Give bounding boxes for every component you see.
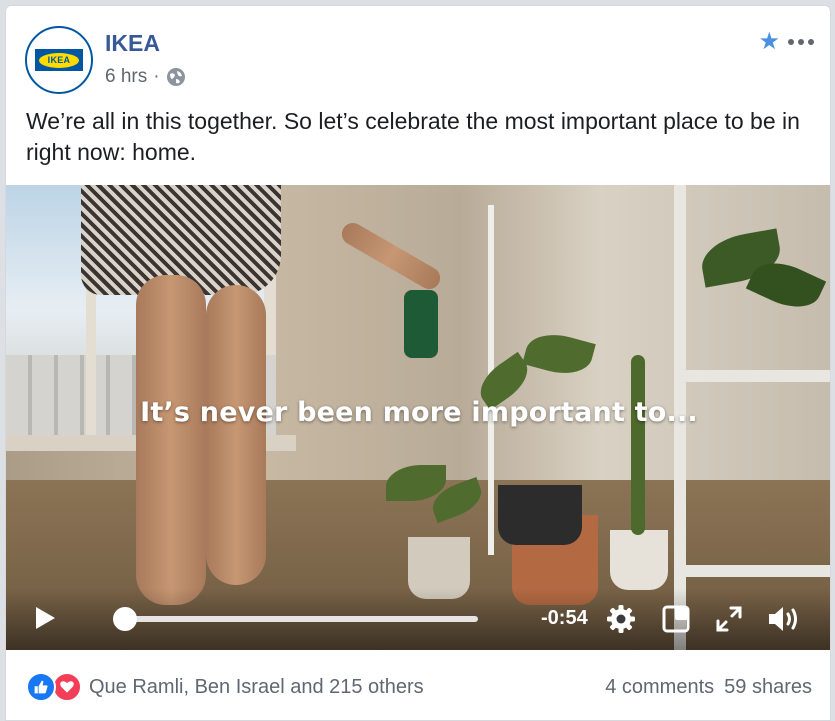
page-avatar[interactable]: IKEA [25, 26, 93, 94]
globe-icon[interactable] [166, 67, 186, 87]
love-icon [52, 672, 82, 702]
video-controls: -0:54 [6, 588, 830, 650]
meta-separator: · [153, 66, 160, 87]
volume-icon[interactable] [766, 604, 802, 634]
post-meta: 6 hrs · [105, 66, 186, 88]
post-footer: Que Ramli, Ben Israel and 215 others 4 c… [6, 650, 830, 720]
video-cactus [631, 355, 645, 535]
post-card: IKEA IKEA 6 hrs · ★ We’re all in this to… [5, 5, 831, 721]
video-shelf [674, 370, 830, 382]
post-timestamp[interactable]: 6 hrs [105, 66, 147, 88]
video-white-pot [610, 530, 668, 590]
star-icon[interactable]: ★ [758, 30, 780, 54]
video-spray-bottle [404, 290, 438, 358]
video-shelf-lower [674, 565, 830, 577]
header-actions: ★ [758, 30, 818, 54]
like-icon [26, 672, 56, 702]
play-icon[interactable] [32, 604, 58, 632]
video-person-leg [136, 275, 206, 605]
reactions-text[interactable]: Que Ramli, Ben Israel and 215 others [89, 676, 424, 699]
shares-count[interactable]: 59 shares [724, 676, 812, 699]
video-person-leg-back [206, 285, 266, 585]
video-progress-handle[interactable] [113, 607, 137, 631]
settings-gear-icon[interactable] [606, 604, 636, 634]
ikea-logo-text: IKEA [39, 52, 79, 68]
video-progress-bar[interactable] [113, 607, 478, 631]
fullscreen-icon[interactable] [714, 604, 744, 634]
video-caption: It’s never been more important to... [140, 397, 698, 428]
picture-in-picture-icon[interactable] [661, 604, 691, 634]
page-name-link[interactable]: IKEA [105, 30, 160, 57]
video-time-remaining: -0:54 [541, 607, 588, 629]
ikea-logo: IKEA [35, 49, 83, 71]
post-stats: 4 comments 59 shares [605, 676, 812, 699]
reactions-summary[interactable]: Que Ramli, Ben Israel and 215 others [26, 672, 424, 702]
post-text: We’re all in this together. So let’s cel… [26, 108, 800, 165]
video-player[interactable]: It’s never been more important to... -0:… [6, 185, 830, 650]
comments-count[interactable]: 4 comments [605, 676, 714, 699]
more-options-icon[interactable] [784, 39, 818, 45]
video-dark-pot [498, 485, 582, 545]
